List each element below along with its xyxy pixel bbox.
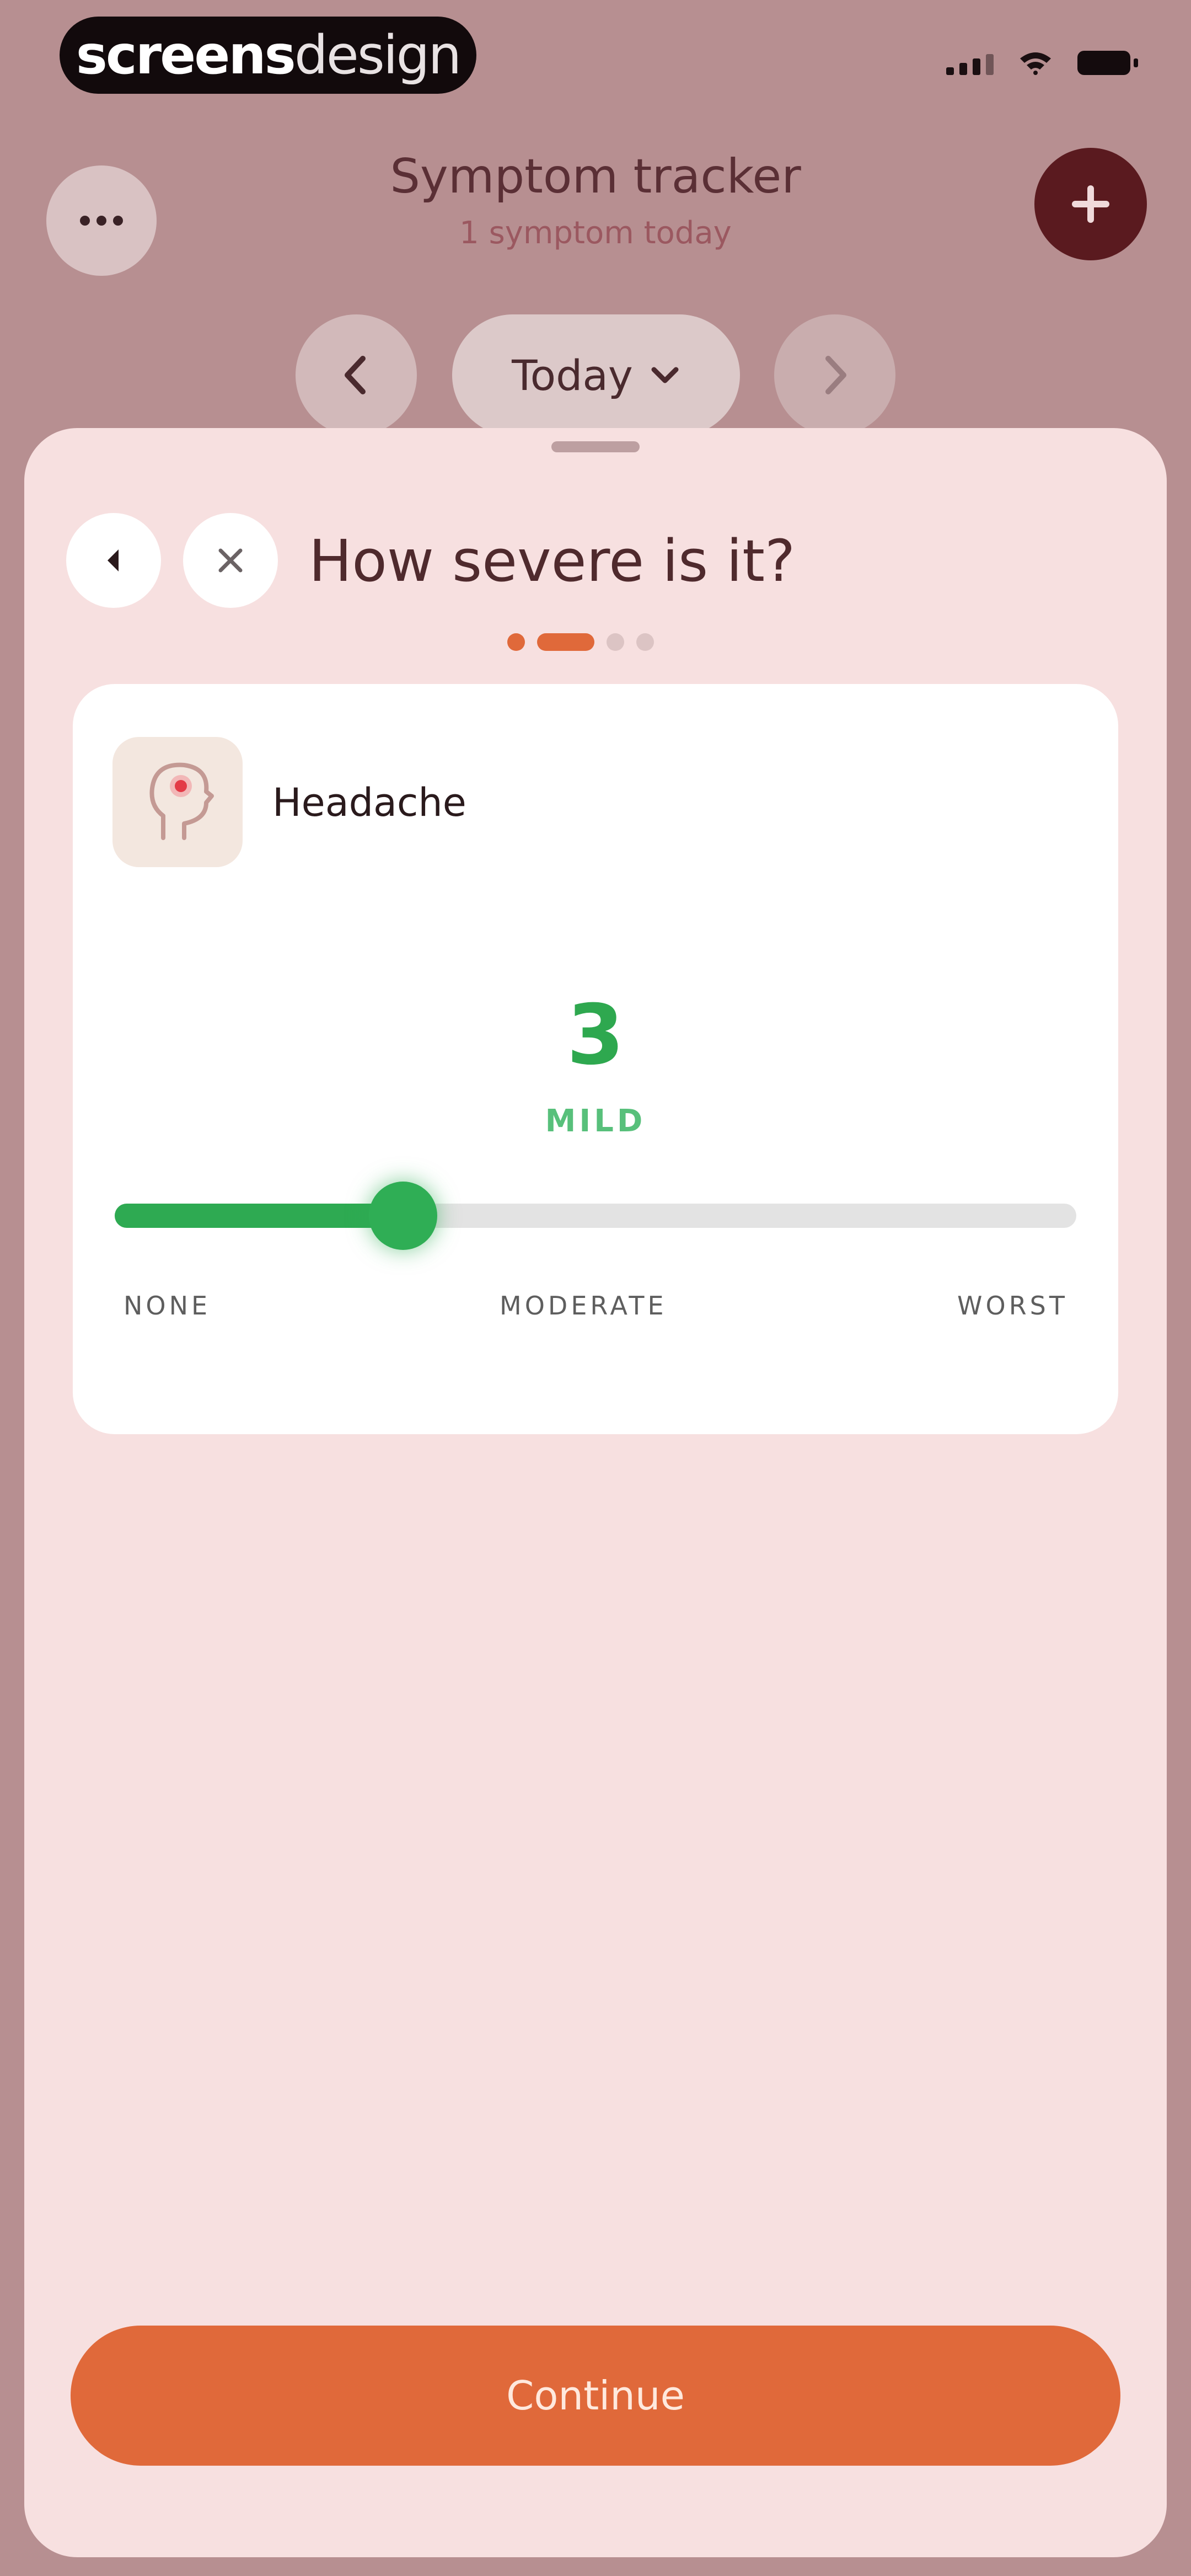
brand-text-screens: screens bbox=[76, 24, 296, 86]
close-button[interactable] bbox=[183, 513, 278, 608]
chevron-right-icon bbox=[825, 356, 846, 394]
step-dot bbox=[607, 633, 624, 651]
back-button[interactable] bbox=[66, 513, 161, 608]
sheet-drag-handle[interactable] bbox=[551, 441, 640, 452]
symptom-icon-tile bbox=[112, 737, 243, 867]
scale-label-worst: WORST bbox=[957, 1291, 1068, 1321]
step-dot bbox=[537, 633, 594, 651]
wifi-icon bbox=[1020, 52, 1051, 75]
page-title: Symptom tracker bbox=[390, 149, 801, 204]
severity-slider[interactable] bbox=[115, 1182, 1076, 1250]
brand-text-design: design bbox=[294, 24, 462, 86]
severity-label: MILD bbox=[545, 1103, 646, 1139]
add-symptom-button[interactable] bbox=[1034, 148, 1147, 260]
symptom-name: Headache bbox=[272, 780, 466, 825]
scale-label-moderate: MODERATE bbox=[500, 1291, 667, 1321]
step-dot bbox=[636, 633, 654, 651]
severity-slider-fill bbox=[115, 1204, 404, 1228]
date-label: Today bbox=[512, 350, 633, 400]
page-subtitle: 1 symptom today bbox=[459, 215, 732, 251]
severity-slider-thumb[interactable] bbox=[369, 1182, 438, 1250]
next-day-button[interactable] bbox=[774, 314, 895, 436]
app-screen: screens design Symptom tracker 1 symptom … bbox=[0, 0, 1191, 2576]
close-icon bbox=[218, 548, 243, 573]
previous-day-button[interactable] bbox=[296, 314, 417, 436]
battery-icon bbox=[1077, 51, 1138, 75]
date-selector[interactable]: Today bbox=[452, 314, 740, 436]
plus-icon bbox=[1072, 185, 1109, 223]
sheet-question: How severe is it? bbox=[309, 527, 796, 595]
chevron-left-icon bbox=[108, 549, 119, 571]
step-progress-indicator bbox=[507, 633, 654, 651]
continue-button-label: Continue bbox=[506, 2372, 685, 2419]
step-dot bbox=[507, 633, 525, 651]
cellular-signal-icon bbox=[946, 54, 994, 75]
status-icons bbox=[946, 51, 1138, 75]
severity-value: 3 bbox=[566, 987, 625, 1083]
continue-button[interactable]: Continue bbox=[71, 2326, 1120, 2466]
chevron-down-icon bbox=[651, 367, 679, 383]
head-pain-icon bbox=[149, 762, 214, 840]
brand-logo: screens design bbox=[60, 17, 476, 94]
chevron-left-icon bbox=[345, 356, 366, 394]
scale-label-none: NONE bbox=[124, 1291, 211, 1321]
